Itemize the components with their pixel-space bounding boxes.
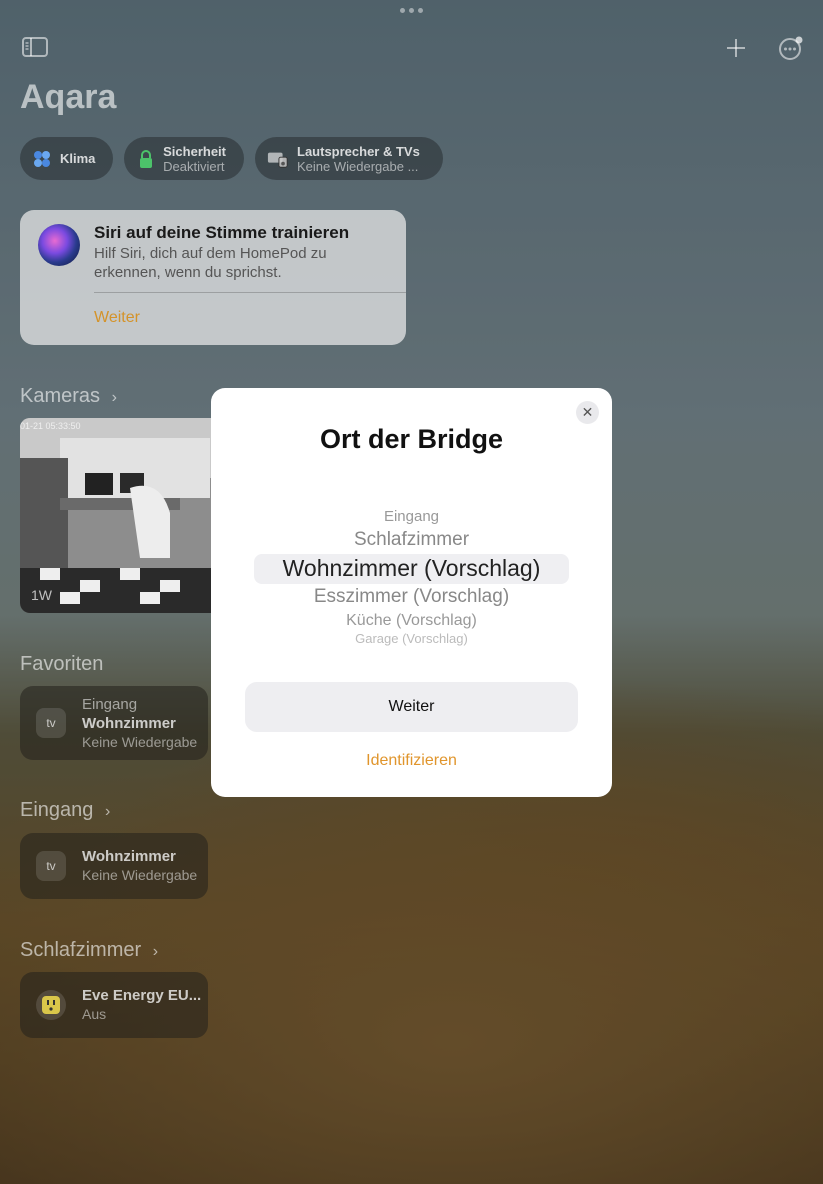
speaker-tv-icon [267,148,289,170]
chip-security[interactable]: Sicherheit Deaktiviert [124,137,244,180]
fan-icon [32,148,52,170]
section-title: Favoriten [20,653,104,675]
bridge-location-dialog: ✕ Ort der Bridge Eingang Schlafzimmer Wo… [211,388,612,797]
picker-option[interactable]: Küche (Vorschlag) [211,612,612,630]
tile-room: Eingang [82,696,138,713]
identify-button[interactable]: Identifizieren [211,752,612,770]
tile-name: Wohnzimmer [82,848,176,865]
section-eingang[interactable]: Eingang › [20,799,110,822]
accessory-tile[interactable]: Eve Energy EU... Aus [20,972,208,1038]
tile-name: Eve Energy EU... [82,987,202,1004]
chip-climate[interactable]: Klima [20,137,113,180]
chip-sublabel: Keine Wiedergabe ... [297,158,419,174]
section-cameras[interactable]: Kameras › [20,385,117,408]
plus-icon[interactable] [725,37,747,63]
section-title: Schlafzimmer [20,939,142,961]
picker-option[interactable]: Garage (Vorschlag) [211,631,612,646]
chevron-right-icon: › [111,389,117,406]
tile-status: Keine Wiedergabe [82,734,198,750]
sidebar-toggle-icon[interactable] [22,36,48,62]
siri-continue-button[interactable]: Weiter [94,309,140,327]
chip-label: Sicherheit [163,143,226,159]
chip-speakers-tvs[interactable]: Lautsprecher & TVs Keine Wiedergabe ... [255,137,443,180]
siri-orb-icon [38,224,80,266]
apple-tv-icon: tv [36,708,66,738]
tile-name: Wohnzimmer [82,715,176,732]
siri-training-card: Siri auf deine Stimme trainieren Hilf Si… [20,210,406,345]
home-title: Aqara [20,78,117,116]
section-title: Eingang [20,799,94,821]
section-title: Kameras [20,385,101,407]
chevron-right-icon: › [104,803,111,820]
siri-card-title: Siri auf deine Stimme trainieren [94,223,350,242]
chip-label: Lautsprecher & TVs [297,143,420,159]
room-picker[interactable]: Eingang Schlafzimmer Wohnzimmer (Vorschl… [211,498,612,648]
lock-icon [136,148,155,170]
tile-status: Keine Wiedergabe [82,867,198,883]
picker-option[interactable]: Schlafzimmer [211,529,612,551]
chip-label: Klima [60,151,96,166]
section-schlafzimmer[interactable]: Schlafzimmer › [20,939,158,962]
divider [94,292,406,293]
chevron-right-icon: › [152,943,159,960]
outlet-icon [36,990,66,1020]
apple-tv-icon: tv [36,851,66,881]
section-favorites: Favoriten [20,653,103,676]
chip-sublabel: Deaktiviert [163,158,225,174]
picker-option[interactable]: Eingang [211,508,612,525]
siri-card-text: Hilf Siri, dich auf dem HomePod zu erken… [94,245,327,281]
camera-preview[interactable]: 01-21 05:33:50 1W [20,418,211,613]
camera-timestamp: 01-21 05:33:50 [20,421,81,431]
dialog-title: Ort der Bridge [319,424,504,454]
camera-image [20,418,211,613]
ellipsis-circle-icon[interactable] [778,36,804,66]
multitasking-dots[interactable] [400,8,423,13]
close-icon: ✕ [581,404,594,420]
close-button[interactable]: ✕ [576,401,599,424]
tile-status: Aus [82,1006,107,1022]
picker-option[interactable]: Esszimmer (Vorschlag) [211,586,612,608]
camera-label: 1W [31,587,52,603]
picker-option-selected[interactable]: Wohnzimmer (Vorschlag) [211,555,612,582]
accessory-tile[interactable]: tv Wohnzimmer Keine Wiedergabe [20,833,208,899]
accessory-tile[interactable]: tv Eingang Wohnzimmer Keine Wiedergabe [20,686,208,760]
continue-button[interactable]: Weiter [245,682,578,732]
